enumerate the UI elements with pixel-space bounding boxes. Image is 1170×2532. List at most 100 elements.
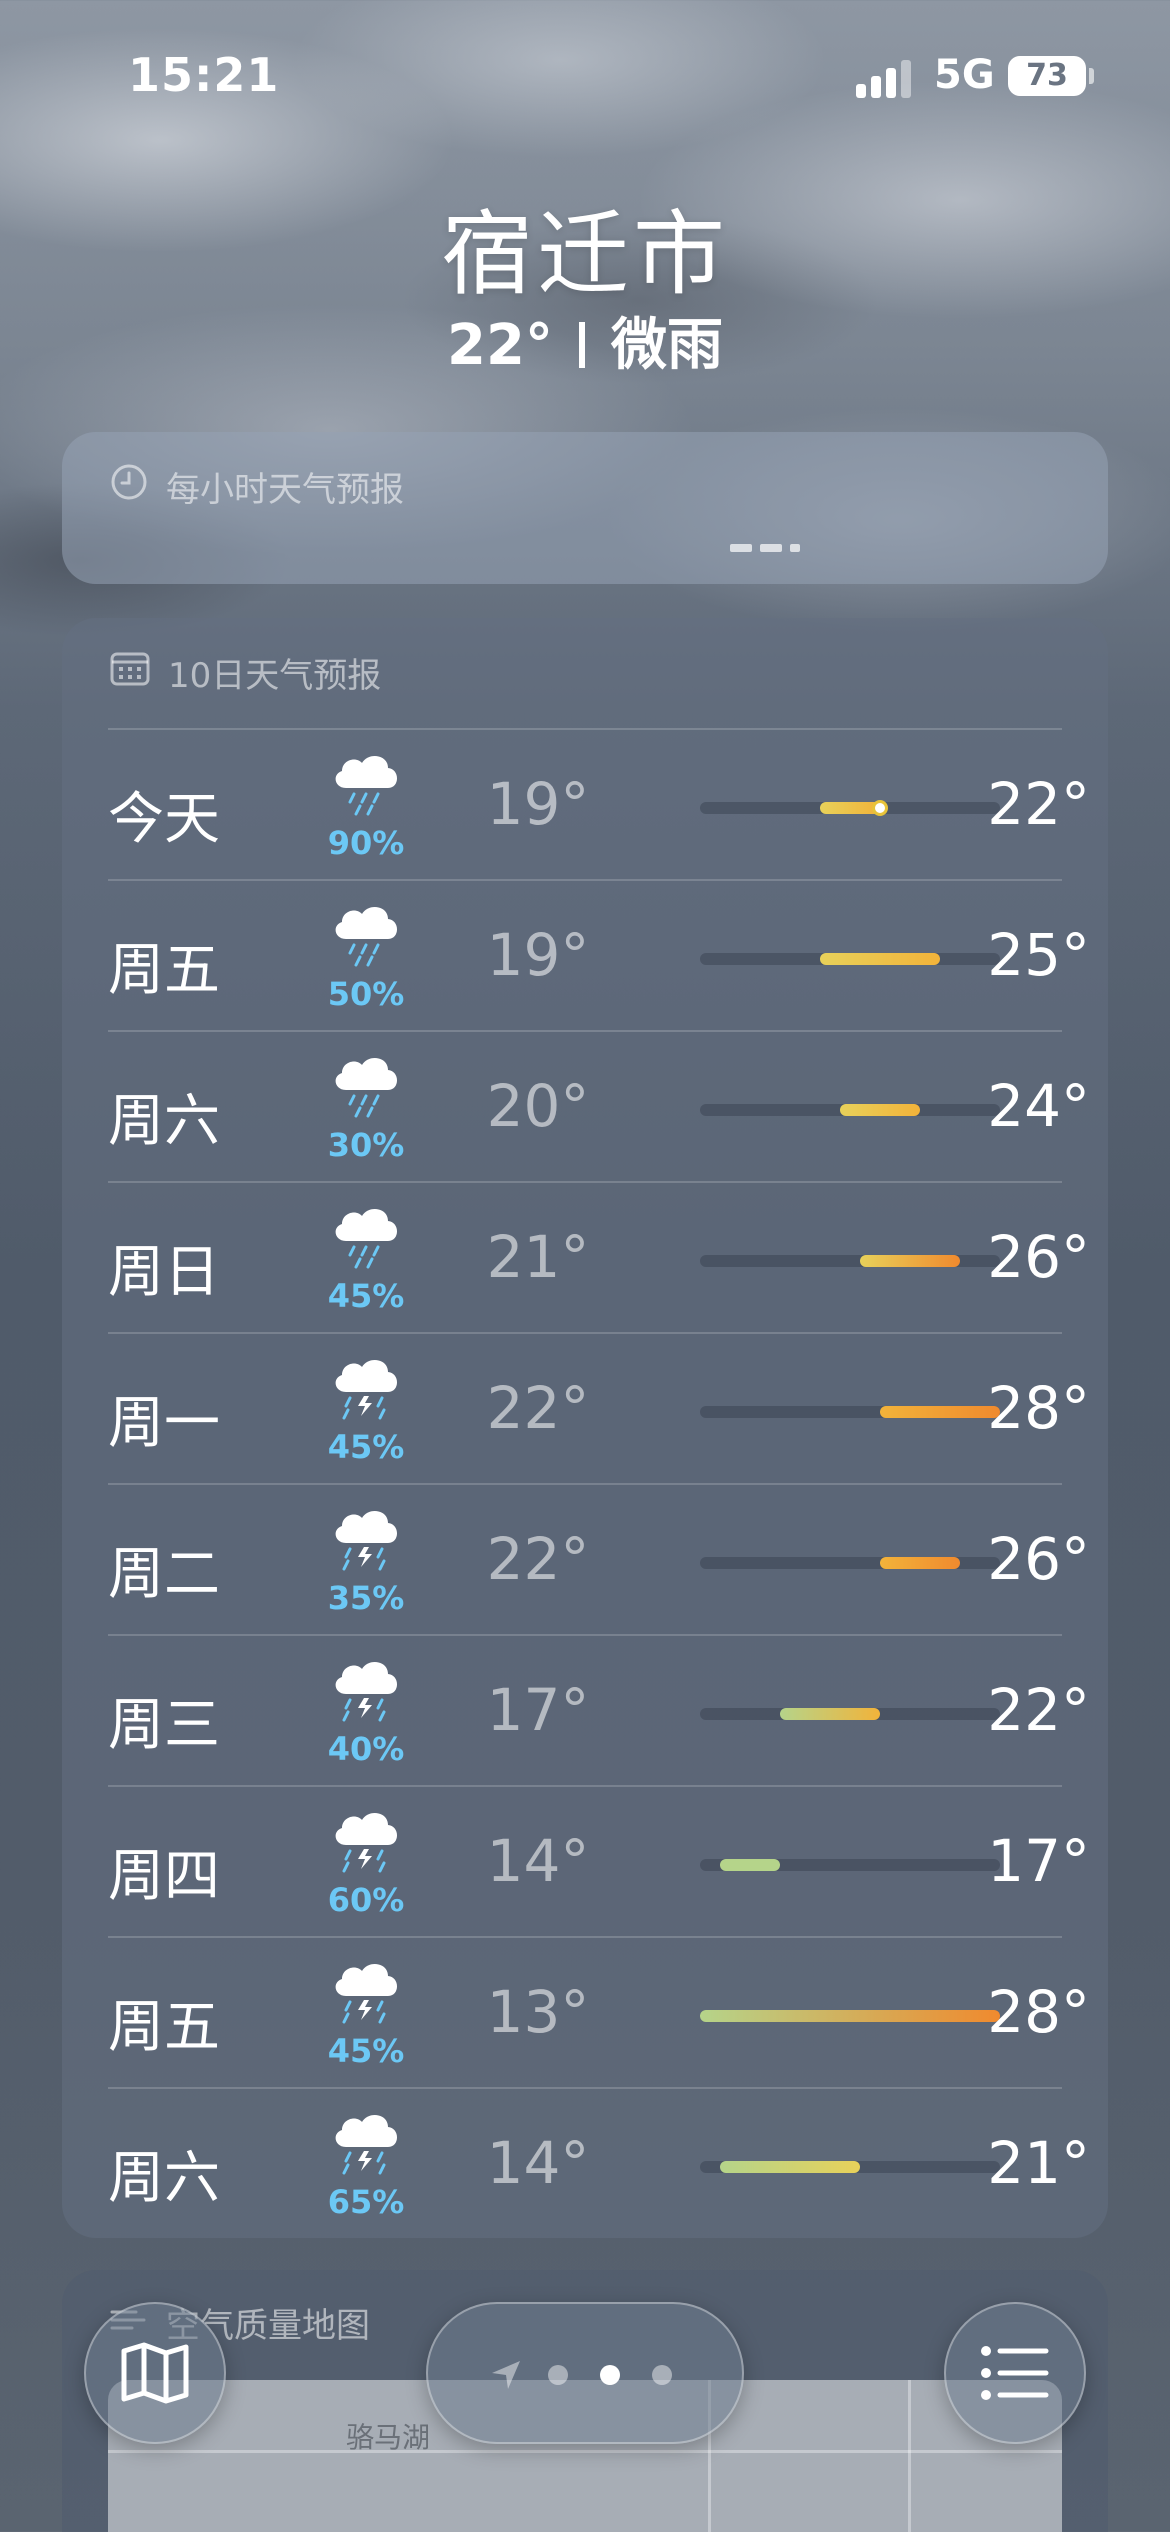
cellular-signal-icon [856,58,916,98]
network-type: 5G [934,52,995,98]
high-temp: 25° [987,921,1090,989]
page-dot-1[interactable] [548,2365,568,2385]
ten-day-forecast-header: 10日天气预报 [110,648,381,697]
high-temp: 26° [987,1223,1090,1291]
precip-chance: 50% [327,975,405,1013]
low-temp: 13° [486,1978,590,2046]
temp-range-bar [780,1708,880,1720]
temp-range-bar [880,1557,960,1569]
temp-range-track [700,1255,1000,1267]
temp-range-bar [700,2010,1000,2022]
current-temperature: 22° [447,313,553,378]
high-temp: 22° [987,770,1090,838]
temp-range-track [700,953,1000,965]
forecast-day-row[interactable]: 周二 35% 22° 26° [108,1483,1090,1634]
day-name: 今天 [108,787,220,852]
temp-range-track [700,800,1000,816]
forecast-day-row[interactable]: 周日 45% 21° 26° [108,1181,1090,1332]
forecast-day-row[interactable]: 周三 40% 17° 22° [108,1634,1090,1785]
temp-range-bar [720,2161,860,2173]
day-name: 周五 [108,938,220,1003]
forecast-day-row[interactable]: 今天 90% 19° 22° [108,728,1090,879]
forecast-day-row[interactable]: 周六 30% 20° 24° [108,1030,1090,1181]
day-name: 周一 [108,1391,220,1456]
forecast-day-row[interactable]: 周六 65% 14° 21° [108,2087,1090,2238]
forecast-day-row[interactable]: 周一 45% 22° 28° [108,1332,1090,1483]
precip-chance: 60% [327,1881,405,1919]
cloud-rain-icon [328,1052,404,1118]
high-temp: 26° [987,1525,1090,1593]
city-name: 宿迁市 [440,201,729,308]
separator [578,322,585,368]
high-temp: 24° [987,1072,1090,1140]
calendar-icon [110,650,150,695]
cloud-thunderstorm-icon [328,2109,404,2175]
high-temp: 21° [987,2129,1090,2197]
precip-chance: 35% [327,1579,405,1617]
high-temp: 28° [987,1374,1090,1442]
status-bar: 15:21 5G 73 [0,0,1170,150]
cloud-thunderstorm-icon [328,1807,404,1873]
hourly-forecast-card[interactable]: 每小时天气预报 [62,432,1108,584]
temp-range-bar [720,1859,780,1871]
temp-range-track [700,1859,1000,1871]
low-temp: 19° [486,770,590,838]
location-list-button[interactable] [944,2302,1086,2444]
forecast-day-row[interactable]: 周五 45% 13° 28° [108,1936,1090,2087]
precip-chance: 45% [327,1277,405,1315]
forecast-day-row[interactable]: 周五 50% 19° 25° [108,879,1090,1030]
precip-chance: 45% [327,1428,405,1466]
cloud-thunderstorm-icon [328,1505,404,1571]
clock-icon [110,463,148,510]
temp-range-track [700,1557,1000,1569]
map-icon [121,2342,189,2404]
location-arrow-icon [492,2361,520,2389]
cloud-thunderstorm-icon [328,1656,404,1722]
precip-chance: 90% [327,824,405,862]
temp-range-bar [860,1255,960,1267]
page-dot-2[interactable] [600,2365,620,2385]
page-dot-3[interactable] [652,2365,672,2385]
high-temp: 17° [987,1827,1090,1895]
hourly-forecast-title: 每小时天气预报 [166,470,404,510]
high-temp: 28° [987,1978,1090,2046]
temp-range-track [700,2010,1000,2022]
low-temp: 21° [486,1223,590,1291]
day-name: 周六 [108,1089,220,1154]
low-temp: 14° [486,2129,590,2197]
low-temp: 17° [486,1676,590,1744]
low-temp: 14° [486,1827,590,1895]
low-temp: 22° [486,1525,590,1593]
temp-range-bar [840,1104,920,1116]
precip-chance: 65% [327,2183,405,2221]
temp-range-track [700,1104,1000,1116]
map-place-label: 骆马湖 [346,2421,431,2454]
precip-chance: 40% [327,1730,405,1768]
low-temp: 22° [486,1374,590,1442]
page-indicator[interactable] [426,2302,744,2444]
precip-chance: 30% [327,1126,405,1164]
day-name: 周六 [108,2146,220,2211]
temp-range-bar [820,802,880,814]
day-name: 周三 [108,1693,220,1758]
map-button[interactable] [84,2302,226,2444]
temp-range-track [700,1708,1000,1720]
battery-nub [1089,68,1094,84]
low-temp: 20° [486,1072,590,1140]
low-temp: 19° [486,921,590,989]
forecast-day-row[interactable]: 周四 60% 14° 17° [108,1785,1090,1936]
day-name: 周五 [108,1995,220,2060]
cloud-thunderstorm-icon [328,1354,404,1420]
battery-icon: 73 [1008,56,1086,96]
current-condition: 微雨 [610,313,723,378]
cloud-thunderstorm-icon [328,1958,404,2024]
current-conditions: 22° 微雨 [0,300,1170,381]
temp-range-track [700,1406,1000,1418]
list-icon [981,2346,1049,2400]
day-name: 周二 [108,1542,220,1607]
status-time: 15:21 [128,48,280,102]
temp-range-track [700,2161,1000,2173]
precip-chance: 45% [327,2032,405,2070]
current-temp-marker [872,800,888,816]
ten-day-forecast-title: 10日天气预报 [168,656,382,696]
